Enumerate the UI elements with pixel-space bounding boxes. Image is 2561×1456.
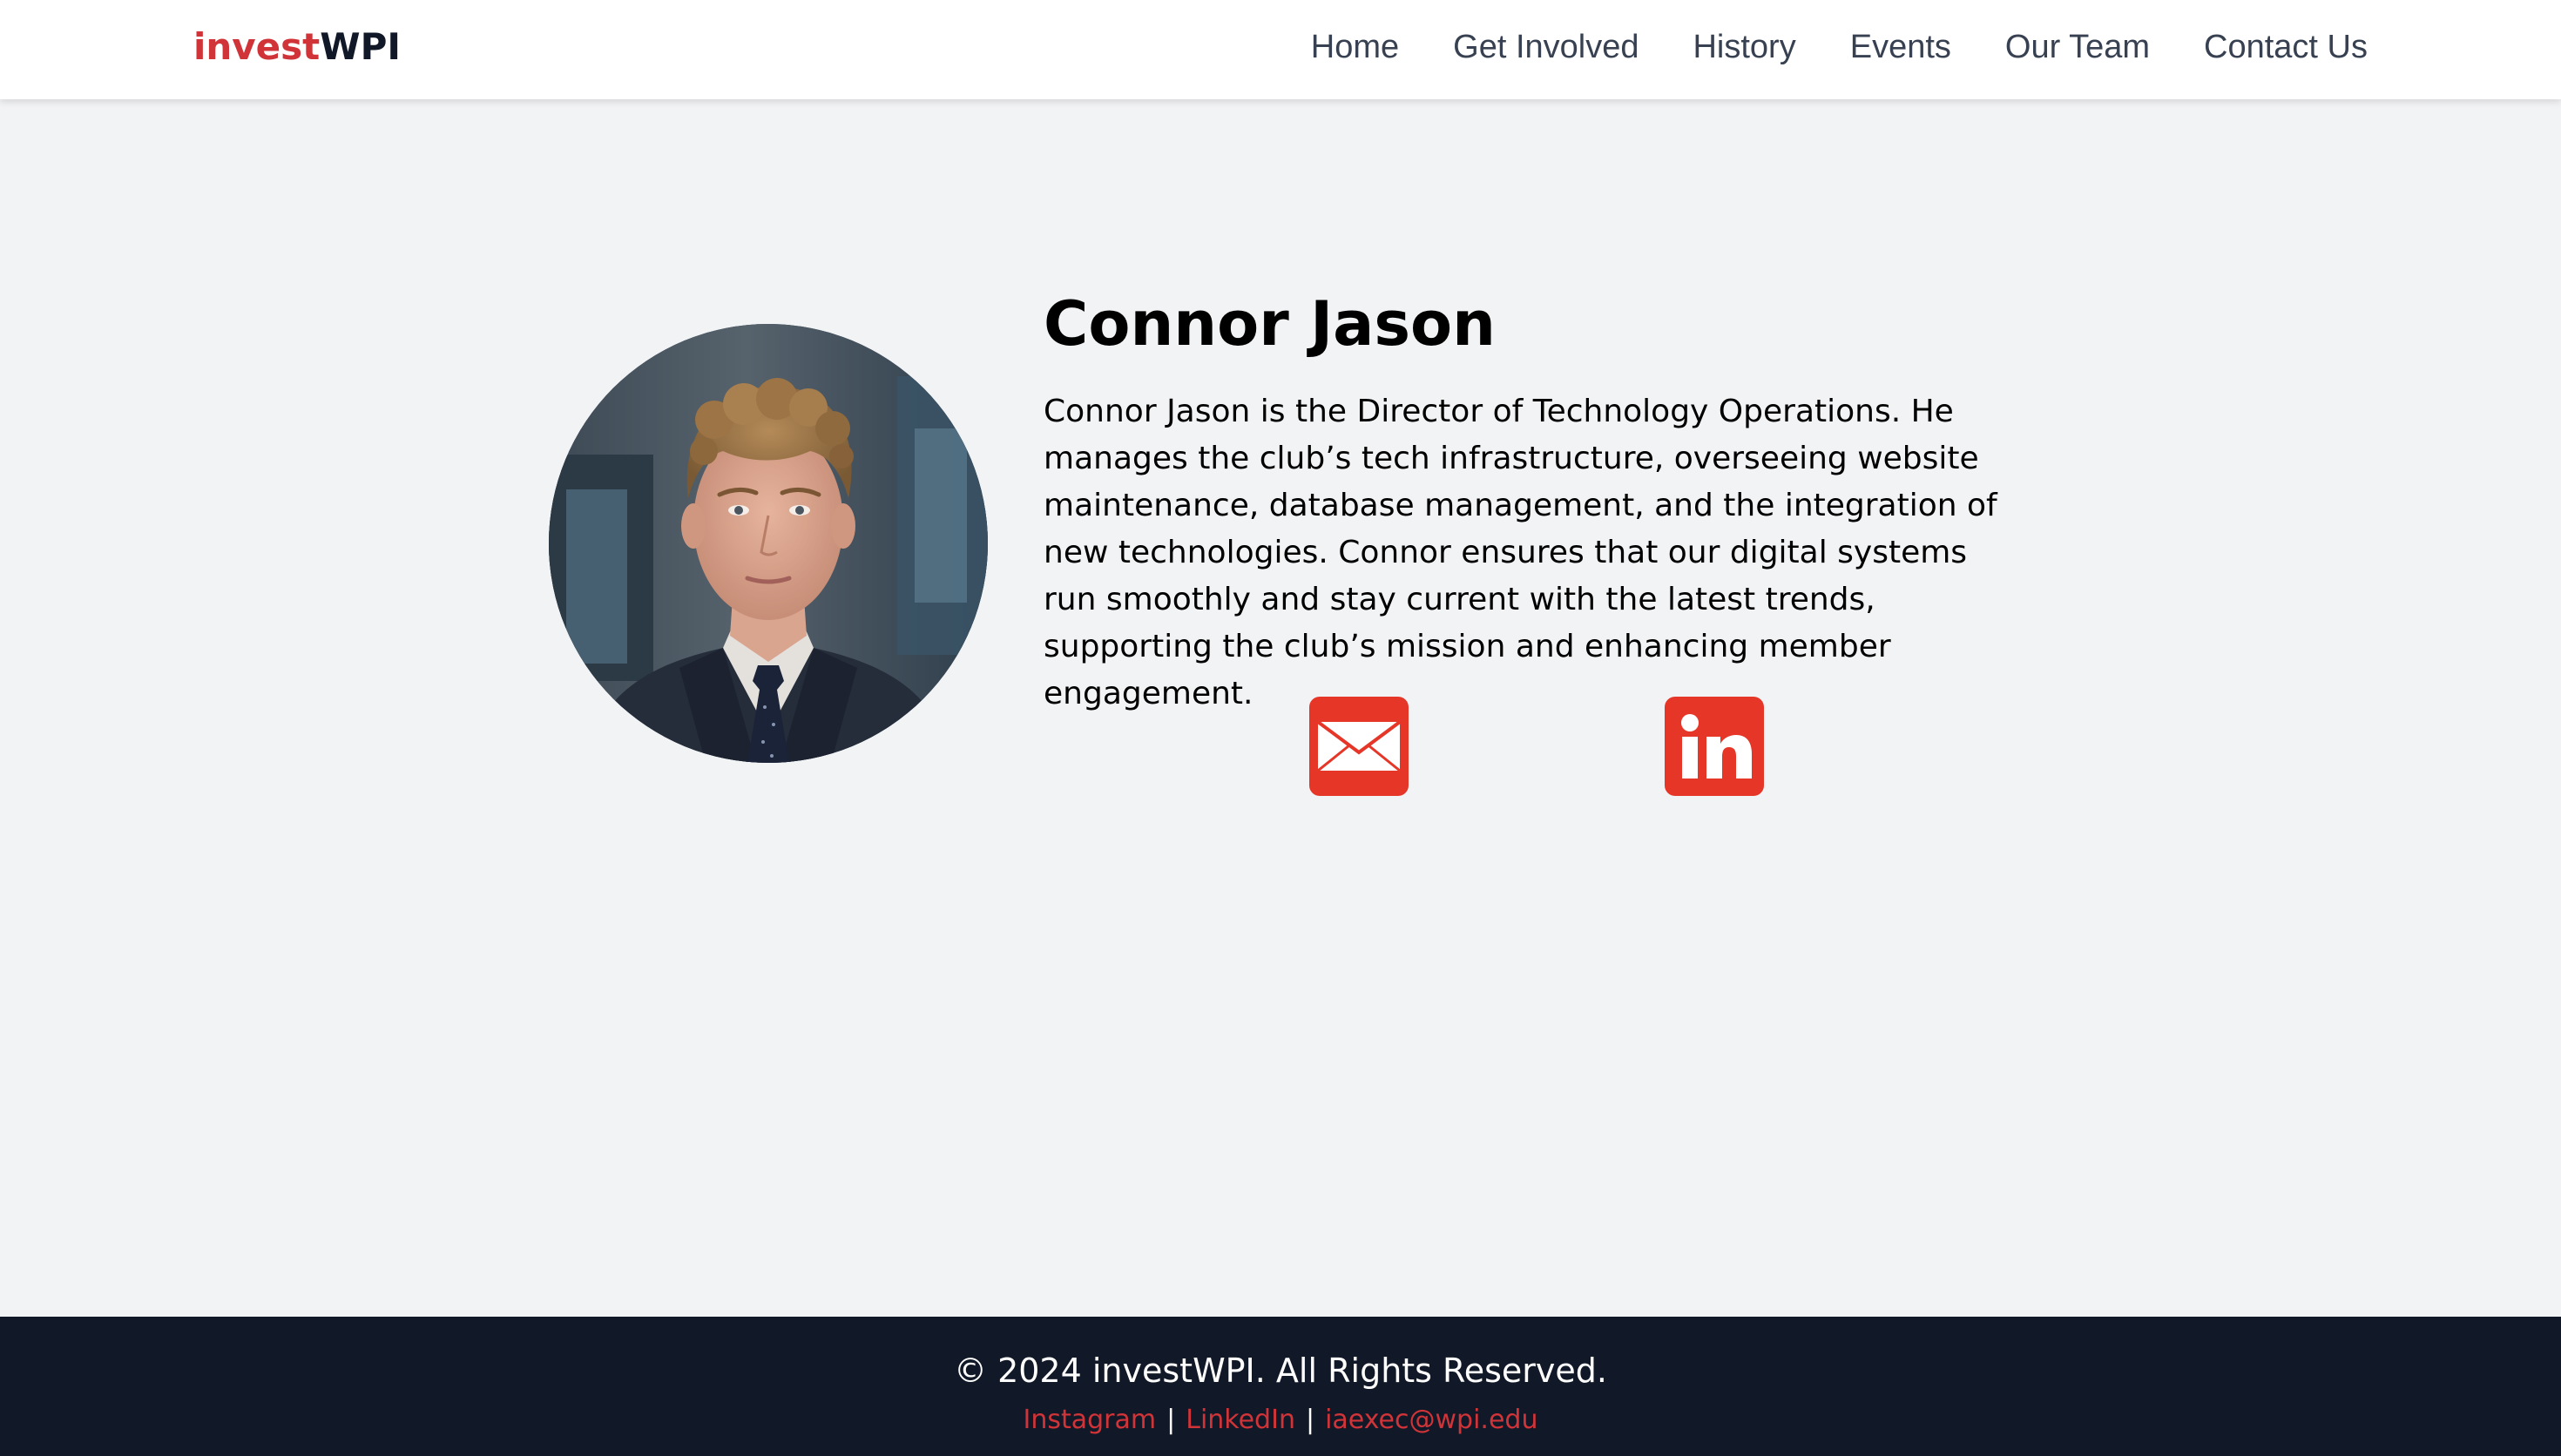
nav-contact-us[interactable]: Contact Us (2204, 19, 2368, 75)
team-member-profile: Connor Jason Connor Jason is the Directo… (549, 279, 2012, 819)
social-links (1044, 697, 2012, 798)
linkedin-button[interactable] (1665, 697, 1764, 796)
nav-home[interactable]: Home (1311, 19, 1399, 75)
envelope-icon (1316, 720, 1402, 772)
top-navbar: investWPI Home Get Involved History Even… (0, 0, 2561, 99)
nav-history[interactable]: History (1693, 19, 1795, 75)
footer-email-link[interactable]: iaexec@wpi.edu (1325, 1405, 1537, 1435)
footer-separator: | (1166, 1405, 1176, 1435)
footer-linkedin-link[interactable]: LinkedIn (1186, 1405, 1295, 1435)
portrait-illustration (549, 324, 988, 763)
nav-events[interactable]: Events (1850, 19, 1951, 75)
footer-instagram-link[interactable]: Instagram (1024, 1405, 1157, 1435)
logo-wpi: WPI (320, 25, 401, 68)
footer-separator: | (1305, 1405, 1315, 1435)
footer-links: Instagram | LinkedIn | iaexec@wpi.edu (0, 1399, 2561, 1442)
member-name: Connor Jason (1044, 288, 1496, 360)
site-footer: © 2024 investWPI. All Rights Reserved. I… (0, 1317, 2561, 1456)
nav-our-team[interactable]: Our Team (2005, 19, 2150, 75)
logo-invest: invest (193, 25, 321, 68)
email-button[interactable] (1309, 697, 1409, 796)
profile-info: Connor Jason Connor Jason is the Directo… (1044, 279, 2012, 796)
member-bio: Connor Jason is the Director of Technolo… (1044, 394, 1997, 711)
profile-photo (549, 324, 988, 763)
linkedin-icon (1681, 714, 1752, 779)
footer-copyright: © 2024 investWPI. All Rights Reserved. (954, 1352, 1607, 1390)
nav-get-involved[interactable]: Get Involved (1453, 19, 1639, 75)
main-nav: Home Get Involved History Events Our Tea… (1311, 19, 2368, 75)
site-logo[interactable]: investWPI (193, 19, 401, 75)
